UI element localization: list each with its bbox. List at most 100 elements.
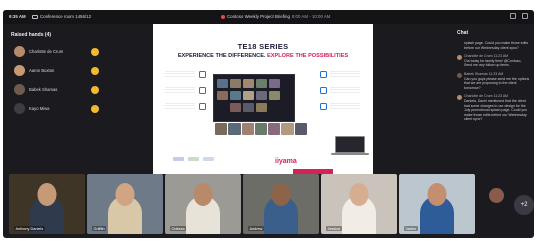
- more-participants-button[interactable]: +2: [514, 195, 534, 215]
- participant-name: Griffith: [92, 226, 107, 231]
- raised-hand-item[interactable]: Charlotte de Crum ✋: [14, 42, 104, 61]
- screen-tile: [230, 79, 241, 88]
- person-head: [427, 183, 447, 206]
- feature-icon: [320, 103, 327, 110]
- chat-message: splash page. Could you make those edits …: [457, 41, 530, 50]
- laptop-image: [335, 136, 365, 153]
- screen-tile: [243, 91, 254, 100]
- thumb: [254, 123, 268, 135]
- participant-name: Jessica: [326, 226, 342, 231]
- meeting-time: 9:00 AM - 10:00 AM: [291, 14, 331, 19]
- screen-tile: [256, 91, 267, 100]
- room-label: Conference room 1456/12: [40, 14, 92, 19]
- screen-tile: [243, 103, 254, 112]
- subtitle-accent: EXPLORE THE POSSIBILITIES: [267, 53, 349, 59]
- video-tile[interactable]: Jessica: [321, 174, 397, 234]
- avatar: [457, 95, 462, 101]
- feature-lines: [330, 103, 360, 109]
- screen-tile: [217, 79, 228, 88]
- screen-tile: [230, 91, 241, 100]
- thumb: [268, 123, 281, 135]
- participant-name: Kayo Miwa: [29, 106, 50, 111]
- raised-hand-icon: ✋: [91, 85, 99, 94]
- feature-lines: [165, 103, 195, 109]
- screen-tile: [217, 91, 228, 100]
- raised-hands-title: Raised hands (4): [11, 32, 52, 38]
- avatar: [457, 55, 462, 61]
- subtitle-plain: EXPERIENCE THE DIFFERENCE.: [177, 53, 266, 59]
- message-text: Daniela, Dachi mentioned that the client…: [464, 98, 528, 122]
- avatar[interactable]: [489, 188, 504, 203]
- product-monitor-image: [213, 74, 295, 122]
- avatar: [14, 46, 25, 57]
- feature-lines: [165, 87, 195, 93]
- feature-icon: [199, 71, 206, 78]
- screen-tile: [269, 79, 280, 88]
- laptop-base: [331, 153, 369, 155]
- room-name: Conference room 1456/12: [32, 14, 91, 19]
- participant-name: Anthony Daniels: [14, 226, 45, 231]
- video-tile[interactable]: Anthony Daniels: [9, 174, 85, 234]
- participant-name: Aaron Buxton: [29, 68, 55, 73]
- screen-tile: [243, 79, 254, 88]
- person-head: [193, 183, 213, 206]
- raised-hand-icon: ✋: [91, 104, 99, 113]
- screen-tile: [269, 91, 280, 100]
- avatar: [457, 72, 462, 78]
- video-tile[interactable]: Varlen: [399, 174, 475, 234]
- video-tile[interactable]: Andrew: [243, 174, 319, 234]
- logo-mark: [203, 157, 214, 161]
- recording-dot-icon: [221, 14, 225, 19]
- participant-name: Varlen: [404, 226, 418, 231]
- screen-tile: [230, 103, 241, 112]
- raised-hand-icon: ✋: [91, 47, 99, 56]
- avatar: [14, 65, 25, 76]
- raised-hands-panel: Raised hands (4) Charlotte de Crum ✋ Aar…: [9, 32, 104, 172]
- clock-time: 9:35 AM: [9, 14, 26, 19]
- video-tile[interactable]: Griffith: [87, 174, 163, 234]
- maximize-icon[interactable]: [522, 13, 528, 19]
- person-head: [37, 183, 57, 206]
- participant-name: Andrew: [248, 226, 264, 231]
- chat-message: Charlotte de Crum 11:23 AM Out today for…: [457, 54, 530, 68]
- slide-title: TE18 SERIES: [237, 42, 289, 51]
- logo-mark: [173, 157, 184, 161]
- shared-presentation[interactable]: TE18 SERIES EXPERIENCE THE DIFFERENCE. E…: [153, 24, 373, 174]
- feature-icon: [199, 87, 206, 94]
- raised-hand-item[interactable]: Kayo Miwa ✋: [14, 99, 104, 118]
- logo-mark: [188, 157, 199, 161]
- window-controls: [510, 13, 528, 19]
- raised-hand-item[interactable]: Babek Shamas ✋: [14, 80, 104, 99]
- raised-hand-icon: ✋: [91, 66, 99, 75]
- participant-name: Charlotte de Crum: [29, 49, 64, 54]
- top-bar: 9:35 AM Conference room 1456/12 Contoso …: [3, 10, 534, 24]
- participant-name: Odessa: [170, 226, 187, 231]
- display-icon: [32, 14, 38, 19]
- feature-icon: [199, 103, 206, 110]
- person-head: [271, 183, 291, 206]
- message-text: splash page. Could you make those edits …: [464, 41, 529, 50]
- feature-lines: [330, 87, 360, 93]
- feature-icon: [320, 71, 327, 78]
- meeting-title: Contoso Weekly Project Briefing: [227, 14, 290, 19]
- feature-lines: [330, 71, 360, 77]
- thumb: [281, 123, 294, 135]
- video-tile[interactable]: Odessa: [165, 174, 241, 234]
- participant-name: Babek Shamas: [29, 87, 58, 92]
- avatar: [14, 103, 25, 114]
- thumb: [215, 123, 228, 135]
- participant-gallery: Anthony Daniels Griffith Odessa Andrew J…: [9, 174, 534, 236]
- feature-icon: [320, 87, 327, 94]
- partner-logos: [173, 157, 214, 161]
- chat-message: Charlotte de Crum 11:23 AM Daniela, Dach…: [457, 94, 530, 122]
- avatar: [14, 84, 25, 95]
- screen-tile: [256, 103, 267, 112]
- minimize-icon[interactable]: [510, 13, 516, 19]
- thumb: [241, 123, 254, 135]
- brand-logo: iiyama: [275, 158, 297, 165]
- chat-title: Chat: [457, 30, 469, 36]
- screen-tile: [256, 79, 267, 88]
- slide-subtitle: EXPERIENCE THE DIFFERENCE. EXPLORE THE P…: [153, 53, 373, 59]
- thumb: [228, 123, 241, 135]
- raised-hand-item[interactable]: Aaron Buxton ✋: [14, 61, 104, 80]
